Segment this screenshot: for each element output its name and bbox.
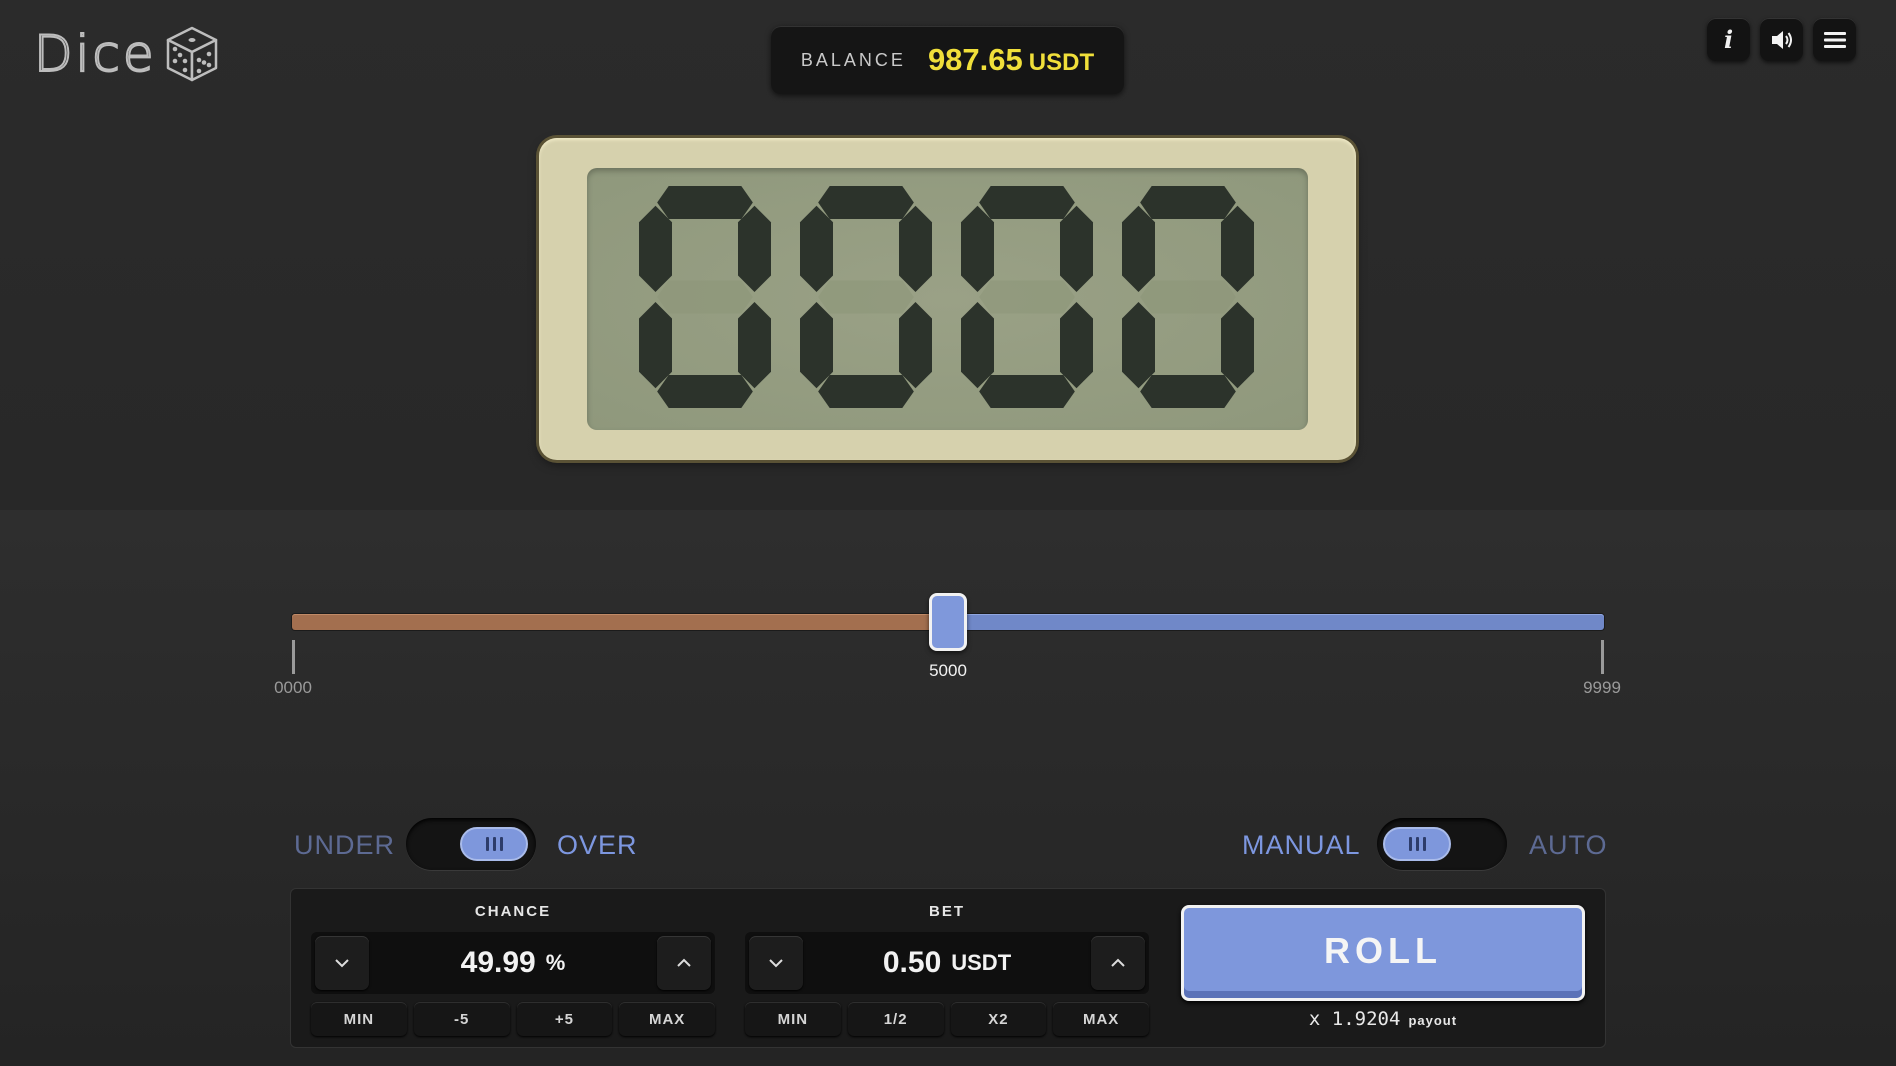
lcd-segment-g — [979, 280, 1075, 314]
lcd-segment-d — [657, 375, 753, 408]
lcd-segment-c — [1060, 301, 1093, 389]
lcd-segment-c — [899, 301, 932, 389]
lcd-segment-d — [1140, 375, 1236, 408]
slider-max-label: 9999 — [1583, 678, 1621, 697]
roll-target-slider[interactable]: 5000 0000 9999 — [274, 593, 1621, 723]
lcd-segment-b — [899, 205, 932, 293]
lcd-segment-d — [979, 375, 1075, 408]
lcd-segment-e — [800, 301, 833, 389]
balance-value: 987.65 — [927, 42, 1023, 77]
chevron-up-icon — [1111, 958, 1125, 967]
slider-max-tick — [1601, 640, 1604, 674]
menu-button[interactable] — [1813, 18, 1856, 61]
bet-field: 0.50 USDT — [745, 932, 1149, 994]
payout-multiplier: x 1.9204 — [1308, 1008, 1401, 1030]
lcd-segment-a — [657, 186, 753, 219]
bet-value[interactable]: 0.50 — [883, 946, 941, 980]
manual-label[interactable]: MANUAL — [1242, 830, 1361, 861]
payout-label: payout — [1408, 1013, 1458, 1028]
chance-min-button[interactable]: MIN — [311, 1002, 407, 1036]
chance-value[interactable]: 49.99 — [461, 946, 536, 980]
roll-button[interactable]: ROLL — [1181, 905, 1585, 1001]
slider-min-label: 0000 — [274, 678, 312, 697]
slider-value-label: 5000 — [929, 661, 967, 680]
lcd-segment-e — [1122, 301, 1155, 389]
lcd-segment-f — [1122, 205, 1155, 293]
slider-track-under[interactable] — [292, 614, 948, 630]
bet-max-button[interactable]: MAX — [1053, 1002, 1149, 1036]
chance-max-button[interactable]: MAX — [619, 1002, 715, 1036]
manual-auto-toggle-knob[interactable] — [1383, 827, 1451, 861]
chance-increase-button[interactable] — [657, 936, 711, 990]
lcd-segment-f — [800, 205, 833, 293]
balance-label: BALANCE — [800, 49, 906, 70]
bet-control: BET 0.50 USDT MIN 1/2 X2 MAX — [745, 903, 1149, 1036]
chance-unit: % — [545, 950, 566, 975]
sound-button[interactable] — [1760, 18, 1803, 61]
balance-display: BALANCE 987.65 USDT — [771, 26, 1124, 94]
lcd-segment-a — [818, 186, 914, 219]
result-display-frame — [539, 138, 1356, 460]
slider-track-over[interactable] — [948, 614, 1604, 630]
chance-decrease-button[interactable] — [315, 936, 369, 990]
lcd-segment-b — [1060, 205, 1093, 293]
bet-increase-button[interactable] — [1091, 936, 1145, 990]
lcd-segment-f — [961, 205, 994, 293]
bet-min-button[interactable]: MIN — [745, 1002, 841, 1036]
lcd-segment-c — [1221, 301, 1254, 389]
under-over-toggle-knob[interactable] — [460, 827, 528, 861]
lcd-segment-b — [1221, 205, 1254, 293]
bet-decrease-button[interactable] — [749, 936, 803, 990]
result-lcd-screen — [587, 168, 1308, 430]
lcd-segment-c — [738, 301, 771, 389]
chance-quick-buttons: MIN -5 +5 MAX — [311, 1002, 715, 1036]
chevron-up-icon — [677, 958, 691, 967]
auto-label[interactable]: AUTO — [1529, 830, 1608, 861]
bet-half-button[interactable]: 1/2 — [847, 1002, 944, 1036]
hamburger-icon — [1823, 31, 1846, 48]
payout-info: x 1.9204 payout — [1181, 1008, 1585, 1030]
slider-handle[interactable] — [929, 593, 967, 651]
lcd-segment-d — [818, 375, 914, 408]
bet-title: BET — [929, 903, 965, 920]
bet-double-button[interactable]: X2 — [950, 1002, 1047, 1036]
lcd-segment-e — [961, 301, 994, 389]
under-over-toggle[interactable] — [406, 818, 536, 870]
lcd-segment-g — [818, 280, 914, 314]
lcd-segment-f — [639, 205, 672, 293]
lcd-digits — [639, 186, 1254, 408]
logo-text: Dice — [33, 24, 157, 84]
info-button[interactable]: i — [1707, 18, 1750, 61]
balance-unit: USDT — [1028, 49, 1095, 76]
lcd-segment-b — [738, 205, 771, 293]
chance-minus5-button[interactable]: -5 — [413, 1002, 510, 1036]
chance-field: 49.99 % — [311, 932, 715, 994]
lcd-segment-a — [1140, 186, 1236, 219]
bet-control-panel: CHANCE 49.99 % MIN -5 +5 MAX BET 0.50 US… — [290, 888, 1606, 1048]
chance-title: CHANCE — [474, 903, 552, 920]
chance-plus5-button[interactable]: +5 — [516, 1002, 613, 1036]
lcd-segment-a — [979, 186, 1075, 219]
top-toolbar: i — [1707, 18, 1856, 61]
dice-icon — [166, 26, 217, 82]
info-icon: i — [1723, 25, 1734, 54]
slider-min-tick — [292, 640, 295, 674]
over-label[interactable]: OVER — [557, 830, 638, 861]
under-label[interactable]: UNDER — [294, 830, 395, 861]
chevron-down-icon — [335, 959, 349, 968]
dice-logo: Dice — [33, 24, 219, 84]
manual-auto-toggle[interactable] — [1377, 818, 1507, 870]
bet-unit: USDT — [951, 950, 1012, 975]
bet-quick-buttons: MIN 1/2 X2 MAX — [745, 1002, 1149, 1036]
chevron-down-icon — [769, 959, 783, 968]
lcd-segment-e — [639, 301, 672, 389]
lcd-segment-g — [1140, 280, 1236, 314]
chance-control: CHANCE 49.99 % MIN -5 +5 MAX — [311, 903, 715, 1036]
speaker-icon — [1771, 30, 1792, 49]
lcd-segment-g — [657, 280, 753, 314]
